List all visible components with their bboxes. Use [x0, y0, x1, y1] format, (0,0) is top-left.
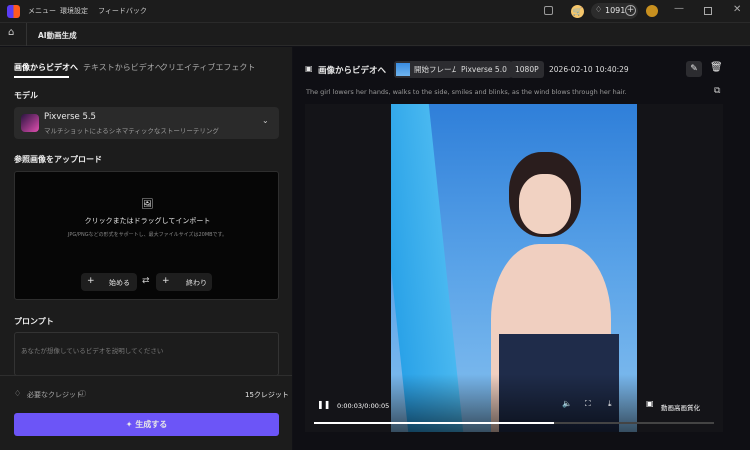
page-title: AI動画生成 [38, 31, 77, 40]
progress-fill [314, 422, 554, 424]
trash-icon[interactable]: 🗑 [710, 62, 723, 73]
model-name: Pixverse 5.5 [44, 112, 96, 122]
start-frame-button[interactable]: + 始める [81, 273, 137, 291]
swap-icon[interactable]: ⇄ [142, 276, 150, 286]
volume-icon[interactable]: 🔈 [562, 399, 572, 408]
pixverse-logo [21, 114, 39, 132]
end-label: 終わり [186, 279, 207, 287]
pause-icon[interactable]: ❚❚ [317, 400, 330, 409]
result-prompt: The girl lowers her hands, walks to the … [306, 88, 627, 96]
diamond-icon: ♢ [595, 5, 603, 14]
download-icon[interactable]: ⤓ [608, 399, 612, 409]
title-bar: メニュー 環境設定 フィードバック 🛒 ♢ 1091 + — ✕ [0, 0, 750, 23]
image-icon: 🖼 [141, 199, 154, 210]
edit-icon[interactable]: ✎ [686, 61, 702, 77]
generate-button[interactable]: ✦ 生成する [14, 413, 279, 436]
start-label: 始める [109, 279, 130, 287]
cart-icon[interactable]: 🛒 [571, 5, 584, 18]
video-frame [391, 104, 637, 432]
video-icon: ▣ [305, 64, 313, 73]
prompt-input[interactable]: あなたが想像しているビデオを説明してください [14, 332, 279, 376]
resolution-chip: 1080P [510, 61, 544, 78]
credits-label: 必要なクレジット [27, 391, 83, 399]
credits-pill[interactable]: ♢ 1091 + [591, 3, 638, 19]
generate-label: 生成する [135, 420, 168, 429]
sparkle-icon: ✦ [125, 420, 136, 429]
prompt-placeholder: あなたが想像しているビデオを説明してください [21, 347, 164, 355]
copy-icon[interactable]: ⧉ [714, 86, 720, 96]
chevron-down-icon: ⌄ [262, 116, 269, 125]
info-icon[interactable]: ⓘ [79, 389, 86, 399]
fullscreen-icon[interactable]: ⛶ [585, 399, 591, 409]
maximize-icon[interactable] [704, 7, 712, 15]
video-player[interactable]: ❚❚ 0:00:03/0:00:05 🔈 ⛶ ⤓ ▣ 動画高画質化 [305, 104, 723, 432]
enhance-icon: ▣ [646, 399, 654, 408]
home-icon[interactable]: ⌂ [8, 27, 14, 38]
result-title: 画像からビデオへ [318, 66, 387, 76]
screen-icon[interactable] [544, 6, 553, 15]
upload-title: クリックまたはドラッグしてインポート [84, 217, 211, 225]
frame-thumbnail [396, 63, 410, 76]
model-desc: マルチショットによるシネマティックなストーリーテリング [44, 127, 219, 135]
avatar[interactable] [646, 5, 658, 17]
model-label: モデル [14, 91, 38, 100]
credits-value: 15クレジット [245, 391, 289, 399]
start-frame-chip[interactable]: 開始フレーム [394, 61, 464, 78]
menu-item-settings[interactable]: 環境設定 [60, 6, 88, 16]
model-chip: Pixverse 5.0 [456, 61, 512, 78]
timestamp: 2026-02-10 10:40:29 [549, 65, 629, 74]
menu-item-feedback[interactable]: フィードバック [98, 6, 147, 16]
upload-hint: JPG/PNGなどの形式をサポートし、最大ファイルサイズは20MBです。 [67, 232, 228, 238]
progress-bar[interactable] [314, 422, 714, 424]
frame-label: 開始フレーム [414, 65, 459, 74]
prompt-label: プロンプト [14, 317, 54, 326]
minimize-icon[interactable]: — [674, 3, 684, 14]
app-logo [7, 5, 20, 18]
add-credits-icon[interactable]: + [625, 5, 636, 16]
nav-bar: ⌂ AI動画生成 [0, 23, 750, 46]
upload-dropzone[interactable]: 🖼 クリックまたはドラッグしてインポート JPG/PNGなどの形式をサポートし、… [14, 171, 279, 300]
close-icon[interactable]: ✕ [733, 4, 741, 15]
enhance-button[interactable]: 動画高画質化 [661, 402, 700, 412]
end-frame-button[interactable]: + 終わり [156, 273, 212, 291]
tab-image-to-video[interactable]: 画像からビデオへ [14, 62, 78, 73]
menu-item-menu[interactable]: メニュー [28, 6, 56, 16]
tab-creative-effect[interactable]: クリエイティブエフェクト [160, 62, 255, 73]
upload-label: 参照画像をアップロード [14, 155, 102, 164]
tab-text-to-video[interactable]: テキストからビデオへ [83, 62, 163, 73]
playback-time: 0:00:03/0:00:05 [337, 402, 390, 410]
diamond-icon: ♢ [14, 389, 22, 398]
model-select[interactable]: Pixverse 5.5 マルチショットによるシネマティックなストーリーテリング… [14, 107, 279, 139]
credits-count: 1091 [605, 6, 626, 15]
